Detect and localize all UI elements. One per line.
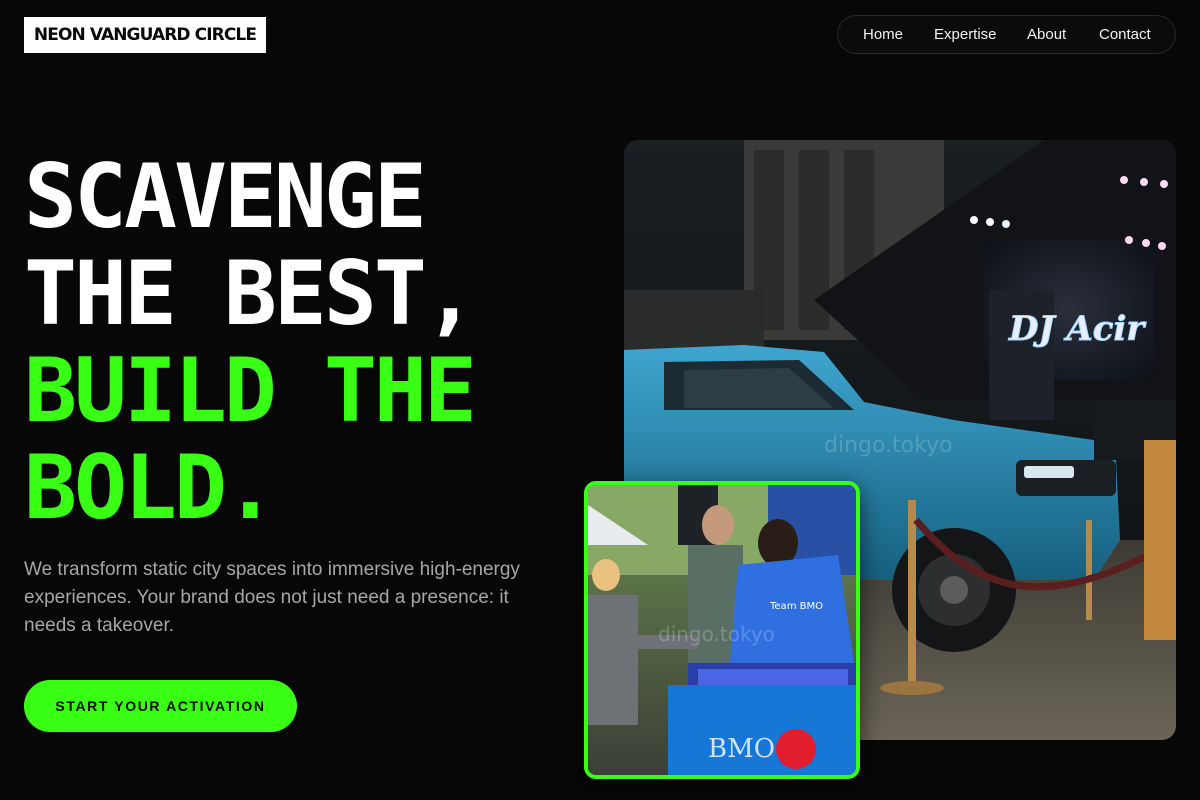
headline-line-4: BOLD.	[24, 436, 277, 539]
booth-photo-illustration: BMO Team BMO dingo.tokyo	[588, 485, 856, 775]
headline-line-1: SCAVENGE	[24, 145, 427, 248]
stage-sign-text: DJ Acir	[1008, 309, 1146, 349]
tablecloth-text: BMO	[708, 734, 775, 764]
headline-line-2: THE BEST,	[24, 242, 477, 345]
hero-description: We transform static city spaces into imm…	[24, 559, 520, 636]
hero-headline: SCAVENGE THE BEST, BUILD THE BOLD.	[24, 145, 477, 539]
nav-about[interactable]: About	[1027, 16, 1066, 53]
nav-home[interactable]: Home	[863, 16, 903, 53]
nav-expertise[interactable]: Expertise	[934, 16, 997, 53]
start-activation-button[interactable]: START YOUR ACTIVATION	[24, 680, 297, 732]
inset-photo-watermark: dingo.tokyo	[658, 622, 775, 646]
bmo-booth-photo: BMO Team BMO dingo.tokyo	[584, 481, 860, 779]
brand-logo[interactable]: NEON VANGUARD CIRCLE	[24, 17, 266, 53]
shirt-text: Team BMO	[769, 601, 823, 612]
nav-contact[interactable]: Contact	[1099, 16, 1151, 53]
main-nav: Home Expertise About Contact	[837, 15, 1176, 54]
main-photo-watermark: dingo.tokyo	[824, 433, 953, 458]
headline-line-3: BUILD THE	[24, 339, 477, 442]
